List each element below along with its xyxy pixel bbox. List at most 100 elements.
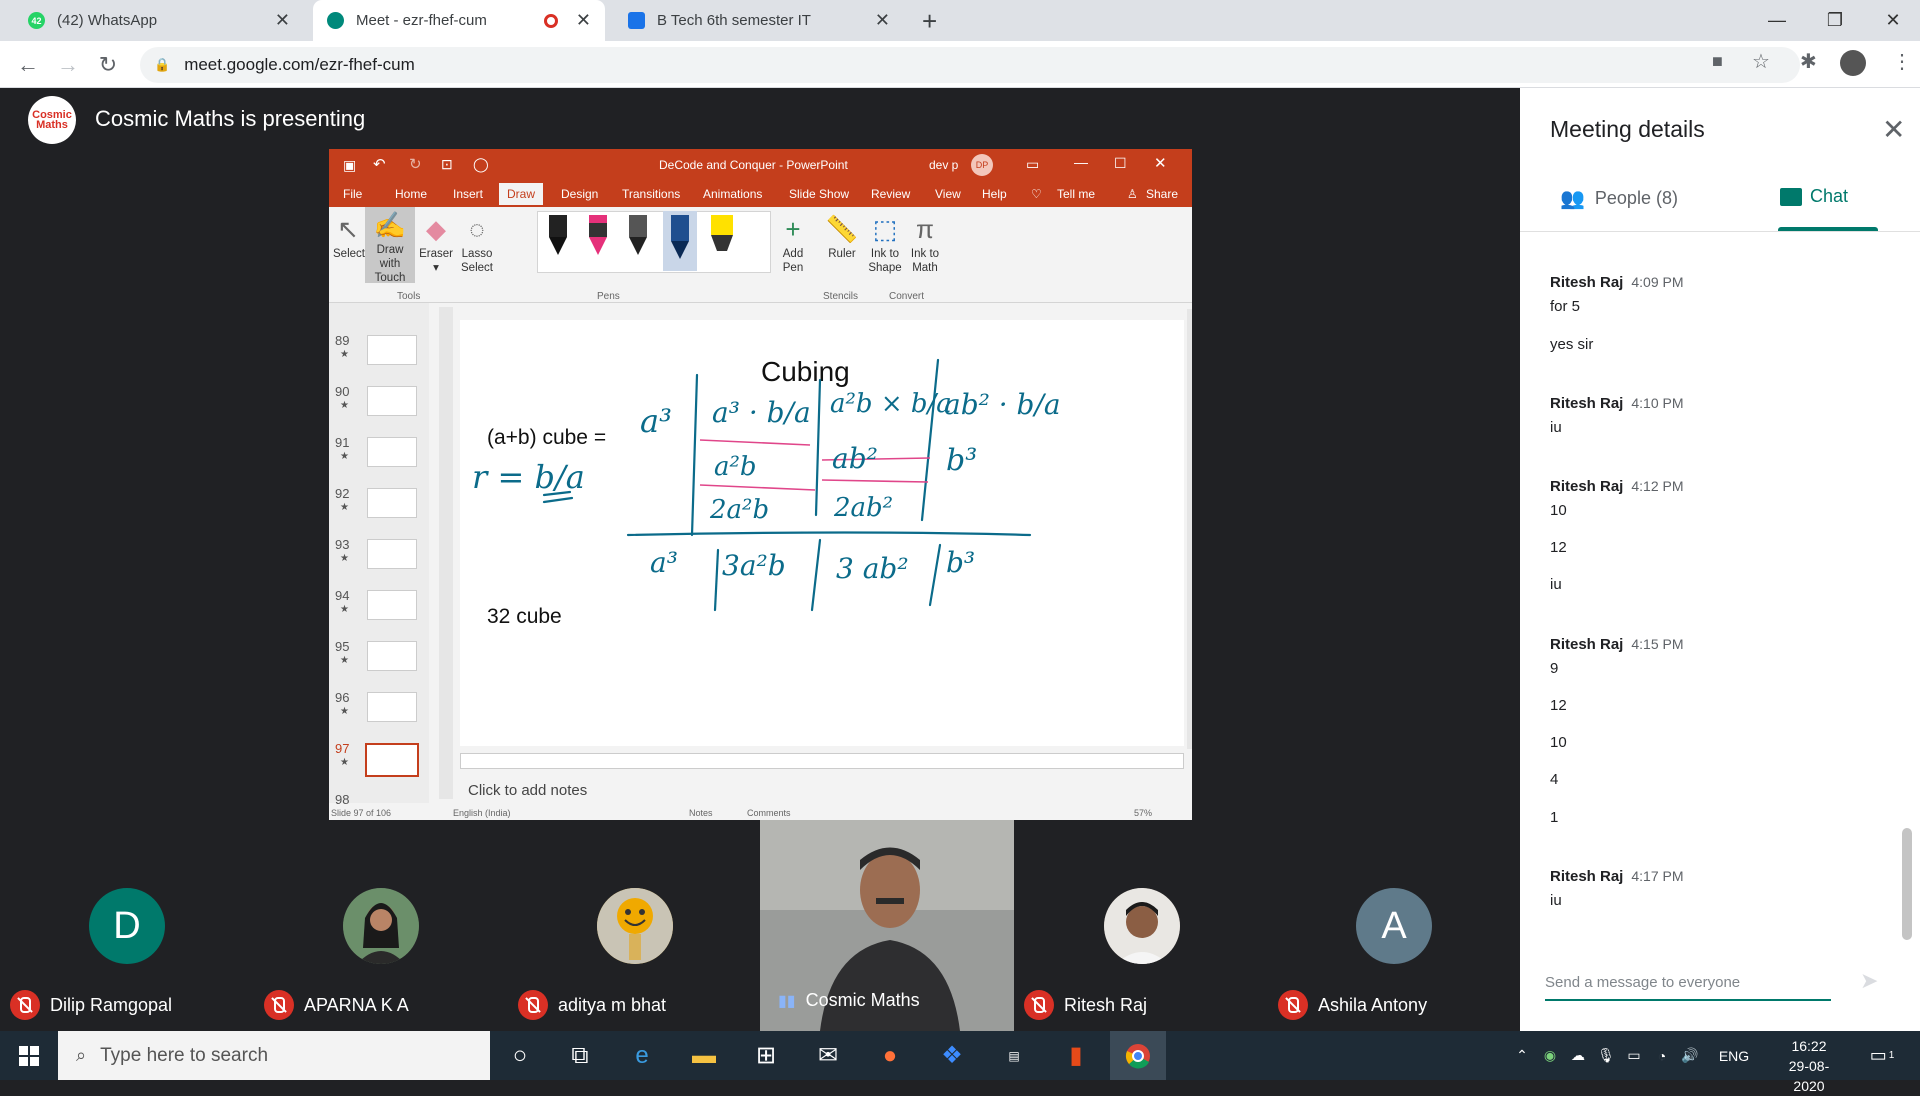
ribbon-tell-me[interactable]: Tell me [1057, 187, 1095, 201]
url-field[interactable]: 🔒 meet.google.com/ezr-fhef-cum [140, 47, 1800, 83]
slide-thumbnail[interactable]: 94 ★ [329, 588, 429, 639]
new-tab-icon[interactable]: + [922, 6, 937, 37]
ribbon-tab-draw[interactable]: Draw [499, 183, 544, 205]
menu-icon[interactable]: ⋮ [1892, 49, 1912, 74]
thumbnails-scrollbar[interactable] [439, 307, 453, 799]
microphone-icon[interactable]: 🎙 [1594, 1031, 1618, 1080]
notes-toggle[interactable]: Notes [689, 808, 713, 818]
draw-with-touch-button[interactable]: ✍ Draw with Touch [365, 207, 415, 284]
start-from-beginning-icon[interactable]: ◯ [473, 156, 489, 173]
present-icon[interactable]: ⊡ [441, 156, 453, 173]
slide-thumbnail-selected[interactable]: 97 ★ [329, 741, 429, 792]
task-view-icon[interactable]: ⧉ [552, 1031, 608, 1080]
ribbon-tab-file[interactable]: File [343, 187, 362, 201]
comments-toggle[interactable]: Comments [747, 808, 791, 818]
windows-start-icon[interactable] [0, 1031, 58, 1080]
battery-icon[interactable]: ▭ [1622, 1031, 1646, 1080]
lasso-select-button[interactable]: ◌ Lasso Select [457, 211, 497, 275]
close-tab-icon[interactable]: ✕ [275, 10, 290, 31]
file-explorer-icon[interactable]: ▬ [676, 1031, 732, 1080]
ink-to-math-button[interactable]: π Ink to Math [907, 211, 943, 275]
tab-people[interactable]: 👥 People (8) [1560, 186, 1678, 211]
wifi-icon[interactable]: ◔ [1650, 1031, 1674, 1080]
store-icon[interactable]: ⊞ [738, 1031, 794, 1080]
camera-icon[interactable]: ■ [1712, 51, 1723, 72]
taskbar-search[interactable]: ⌕ Type here to search [58, 1031, 490, 1080]
add-pen-button[interactable]: + Add Pen [775, 211, 811, 275]
volume-icon[interactable]: 🔊 [1678, 1031, 1702, 1080]
eraser-button[interactable]: ◆ Eraser ▾ [417, 211, 455, 275]
chat-message-input[interactable]: Send a message to everyone [1545, 974, 1831, 1001]
dropbox-icon[interactable]: ❖ [924, 1031, 980, 1080]
amazon-icon[interactable]: ▤ [986, 1031, 1042, 1080]
ribbon-tab-review[interactable]: Review [871, 187, 910, 201]
language-status[interactable]: English (India) [453, 808, 511, 818]
onedrive-icon[interactable]: ☁ [1566, 1031, 1590, 1080]
slide-scrollbar[interactable] [1187, 309, 1192, 749]
share-icon[interactable]: ♙ [1127, 187, 1138, 201]
ribbon-tab-view[interactable]: View [935, 187, 961, 201]
ribbon-share[interactable]: Share [1146, 187, 1178, 201]
participant-tile[interactable]: A Ashila Antony [1270, 820, 1524, 1031]
chrome-icon[interactable] [1110, 1031, 1166, 1080]
slide-thumbnail[interactable]: 93 ★ [329, 537, 429, 588]
show-hidden-icons[interactable]: ⌃ [1510, 1031, 1534, 1080]
ruler-button[interactable]: 📏 Ruler [823, 211, 861, 261]
participant-tile[interactable]: APARNA K A [254, 820, 508, 1031]
taskbar-clock[interactable]: 16:22 29-08-2020 [1774, 1036, 1844, 1096]
tab-meet[interactable]: Meet - ezr-fhef-cum ✕ [313, 0, 605, 41]
ribbon-tab-slideshow[interactable]: Slide Show [789, 187, 849, 201]
notes-field[interactable]: Click to add notes [460, 774, 1184, 806]
close-tab-icon[interactable]: ✕ [875, 10, 890, 31]
tab-whatsapp[interactable]: 42 (42) WhatsApp ✕ [14, 0, 304, 41]
send-icon[interactable]: ➤ [1860, 968, 1878, 994]
extensions-icon[interactable]: ✱ [1800, 49, 1817, 74]
ppt-maximize-icon[interactable]: ☐ [1114, 155, 1127, 172]
edge-icon[interactable]: e [614, 1031, 670, 1080]
reload-icon[interactable]: ↻ [92, 49, 124, 81]
tab-classroom[interactable]: B Tech 6th semester IT ✕ [614, 0, 904, 41]
ppt-close-icon[interactable]: ✕ [1154, 154, 1167, 172]
close-tab-icon[interactable]: ✕ [576, 10, 591, 31]
ribbon-tab-design[interactable]: Design [561, 187, 598, 201]
restore-icon[interactable]: ❐ [1806, 0, 1864, 41]
ink-to-shape-button[interactable]: ⬚ Ink to Shape [867, 211, 903, 275]
minimize-icon[interactable]: — [1748, 0, 1806, 41]
back-icon[interactable]: ← [12, 49, 44, 81]
redo-icon[interactable]: ↻ [409, 155, 422, 173]
zoom-level[interactable]: 57% [1134, 808, 1152, 818]
slide-thumbnail[interactable]: 92 ★ [329, 486, 429, 537]
ppt-minimize-icon[interactable]: — [1074, 154, 1088, 170]
slide-thumbnail[interactable]: 95 ★ [329, 639, 429, 690]
firefox-icon[interactable]: ● [862, 1031, 918, 1080]
participant-tile[interactable]: D Dilip Ramgopal [0, 820, 254, 1031]
slide-thumbnail[interactable]: 90 ★ [329, 384, 429, 435]
ribbon-tab-animations[interactable]: Animations [703, 187, 762, 201]
close-panel-icon[interactable]: ✕ [1882, 113, 1905, 146]
cortana-icon[interactable]: ○ [492, 1031, 548, 1080]
mail-icon[interactable]: ✉ [800, 1031, 856, 1080]
chat-scrollbar[interactable] [1902, 828, 1912, 940]
ribbon-tab-home[interactable]: Home [395, 187, 427, 201]
slide-thumbnail[interactable]: 89 ★ [329, 333, 429, 384]
bookmark-star-icon[interactable]: ☆ [1752, 49, 1770, 74]
office-icon[interactable]: ▮ [1048, 1031, 1104, 1080]
ribbon-tab-insert[interactable]: Insert [453, 187, 483, 201]
tell-me-icon[interactable]: ♡ [1031, 187, 1042, 201]
slide-horizontal-scrollbar[interactable] [460, 753, 1184, 769]
profile-avatar[interactable] [1840, 50, 1866, 76]
input-language[interactable]: ENG [1712, 1031, 1756, 1080]
participant-tile[interactable]: aditya m bhat [508, 820, 762, 1031]
select-tool-button[interactable]: ↖ Select [333, 211, 365, 261]
presenter-video-tile[interactable]: ▮▮ Cosmic Maths [760, 820, 1014, 1031]
ribbon-tab-transitions[interactable]: Transitions [622, 187, 680, 201]
undo-icon[interactable]: ↶ [373, 155, 386, 173]
ribbon-tab-help[interactable]: Help [982, 187, 1007, 201]
slide-thumbnail[interactable]: 91 ★ [329, 435, 429, 486]
slide-thumbnail[interactable]: 96 ★ [329, 690, 429, 741]
ppt-user-avatar[interactable]: DP [971, 154, 993, 176]
save-icon[interactable]: ▣ [343, 157, 356, 174]
ribbon-display-icon[interactable]: ▭ [1026, 156, 1039, 173]
participant-tile[interactable]: Ritesh Raj [1016, 820, 1270, 1031]
sync-icon[interactable]: ◉ [1538, 1031, 1562, 1080]
